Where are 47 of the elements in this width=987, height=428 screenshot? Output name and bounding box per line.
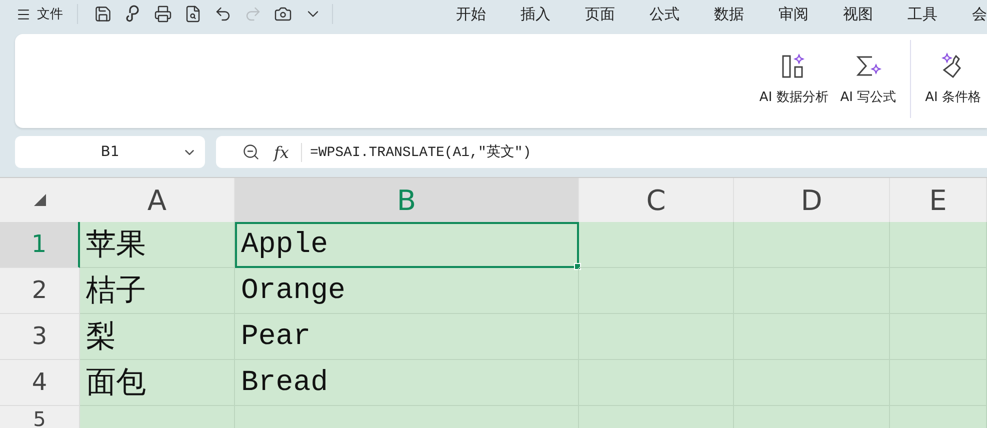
row-header[interactable]: 2 [0,268,80,314]
ribbon-tab[interactable]: 视图 [843,4,908,24]
zoom-out-icon [242,143,260,161]
table-cell[interactable] [734,222,890,268]
active-cell[interactable]: Apple [235,222,579,268]
table-cell[interactable]: Bread [235,360,579,406]
table-cell[interactable]: 梨 [80,314,235,360]
ribbon-tab[interactable]: 审阅 [778,4,843,24]
column-header[interactable]: A [80,178,235,222]
row-header[interactable]: 5 [0,406,80,428]
camera-icon [274,5,292,23]
function-button[interactable]: fx [274,142,302,162]
table-cell[interactable]: Pear [235,314,579,360]
ribbon-tab[interactable]: 插入 [520,4,585,24]
ribbon-tab[interactable]: 数据 [714,4,778,24]
table-cell[interactable]: 桔子 [80,268,235,314]
name-box[interactable]: B1 [15,136,205,168]
row-header[interactable]: 3 [0,314,80,360]
column-header[interactable]: C [579,178,734,222]
ribbon-tab[interactable]: 开始 [456,4,520,24]
table-cell[interactable] [579,222,734,268]
redo-icon [244,5,262,23]
table-cell[interactable] [579,268,734,314]
ribbon-button[interactable]: AI 数据分析 [753,40,834,118]
save-icon [94,5,112,23]
formula-bar[interactable]: fx =WPSAI.TRANSLATE(A1,"英文") [216,136,987,168]
undo-icon [214,5,232,23]
row-header[interactable]: 4 [0,360,80,406]
printer-icon [154,5,172,23]
column-header[interactable]: D [734,178,890,222]
ribbon-tab[interactable]: 页面 [585,4,650,24]
ribbon-button[interactable]: AI 条件格 [919,40,987,118]
column-header[interactable]: E [890,178,987,222]
file-menu-button[interactable]: 文件 [16,5,73,23]
zoom-out-button[interactable] [242,143,260,161]
ribbon-button[interactable]: AI 写公式 [834,40,902,118]
table-cell[interactable]: 面包 [80,360,235,406]
print-preview-icon [184,5,202,23]
select-all-icon[interactable] [33,193,47,207]
cell-reference: B1 [100,144,120,160]
ribbon-tab[interactable]: 会 [972,4,987,24]
table-cell[interactable]: 苹果 [80,222,235,268]
ribbon-tab[interactable]: 工具 [908,4,972,24]
menu-icon [16,6,31,22]
table-cell[interactable]: Orange [235,268,579,314]
table-cell[interactable] [890,222,987,268]
ribbon-tab[interactable]: 公式 [650,4,714,24]
